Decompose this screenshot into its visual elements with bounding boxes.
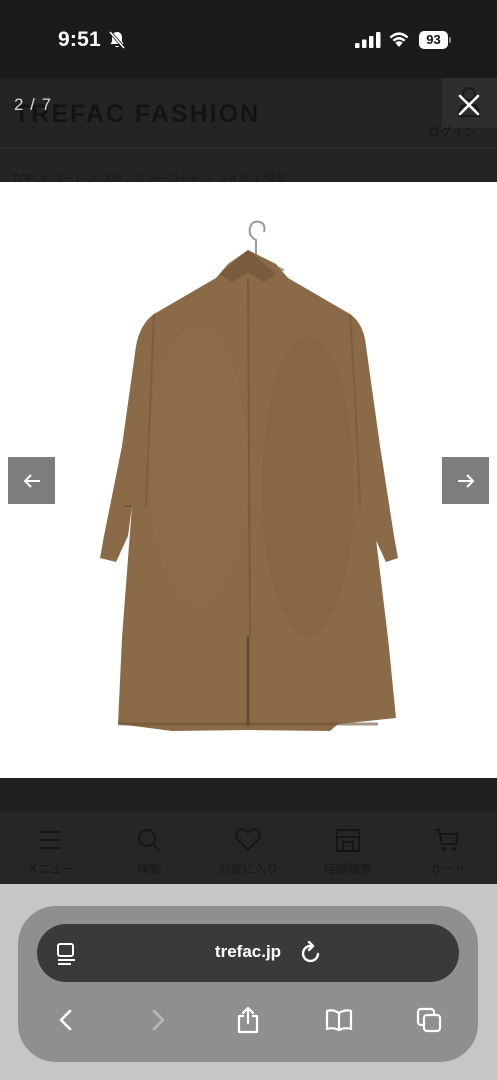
back-icon [59,1009,72,1031]
cart-icon [435,829,460,851]
bottom-nav-favorites[interactable]: お気に入り [199,812,298,884]
arrow-right-icon [457,473,474,488]
coat-image [100,220,398,731]
tabs-icon [416,1007,442,1033]
share-icon [237,1006,259,1034]
bottom-nav-menu[interactable]: メニュー [0,812,99,884]
status-bar: 9:51 93 [0,0,497,78]
browser-nav-buttons [18,998,478,1042]
battery-icon: 93 [419,31,451,49]
bell-off-icon [108,30,126,50]
site-header: TREFAC FASHION ログイン TOP ＞ コート ＞ ステンカラーコー… [0,78,497,185]
bottom-nav-label: 店舗検索 [323,862,372,876]
close-button[interactable] [452,88,486,122]
forward-icon [152,1009,165,1031]
share-button[interactable] [226,998,270,1042]
bottom-nav-label: カート [429,862,466,876]
forward-button[interactable] [136,998,180,1042]
bookmarks-icon [325,1009,353,1032]
browser-toolbar-area: trefac.jp [0,884,497,1080]
tabs-button[interactable] [407,998,451,1042]
status-time: 9:51 [58,28,101,51]
heart-icon [235,828,262,852]
wifi-icon [389,32,409,47]
battery-level: 93 [419,31,448,49]
browser-toolbar: trefac.jp [18,906,478,1062]
address-bar[interactable]: trefac.jp [37,924,459,982]
close-icon [458,94,480,116]
menu-icon [38,831,61,849]
bottom-nav-cart[interactable]: カート [398,812,497,884]
signal-icon [355,32,381,48]
back-button[interactable] [44,998,88,1042]
bookmarks-button[interactable] [317,998,361,1042]
bottom-nav-search[interactable]: 検索 [99,812,198,884]
login-label: ログイン [428,125,477,139]
arrow-left-icon [23,473,40,488]
search-icon [138,829,161,852]
reload-icon[interactable] [299,941,323,965]
image-counter: 2 / 7 [14,95,53,114]
bottom-nav-label: お気に入り [218,862,279,876]
site-bottom-nav: メニュー 検索 お気に入り 店舗検索 カート [0,812,497,884]
bottom-nav-label: 検索 [137,862,162,876]
bottom-nav-store-search[interactable]: 店舗検索 [298,812,397,884]
next-image-button[interactable] [442,457,489,504]
store-icon [335,829,360,852]
prev-image-button[interactable] [8,457,55,504]
url-text: trefac.jp [214,942,282,961]
bottom-nav-label: メニュー [25,862,74,876]
image-stage[interactable] [0,182,497,778]
header-divider [0,148,497,149]
